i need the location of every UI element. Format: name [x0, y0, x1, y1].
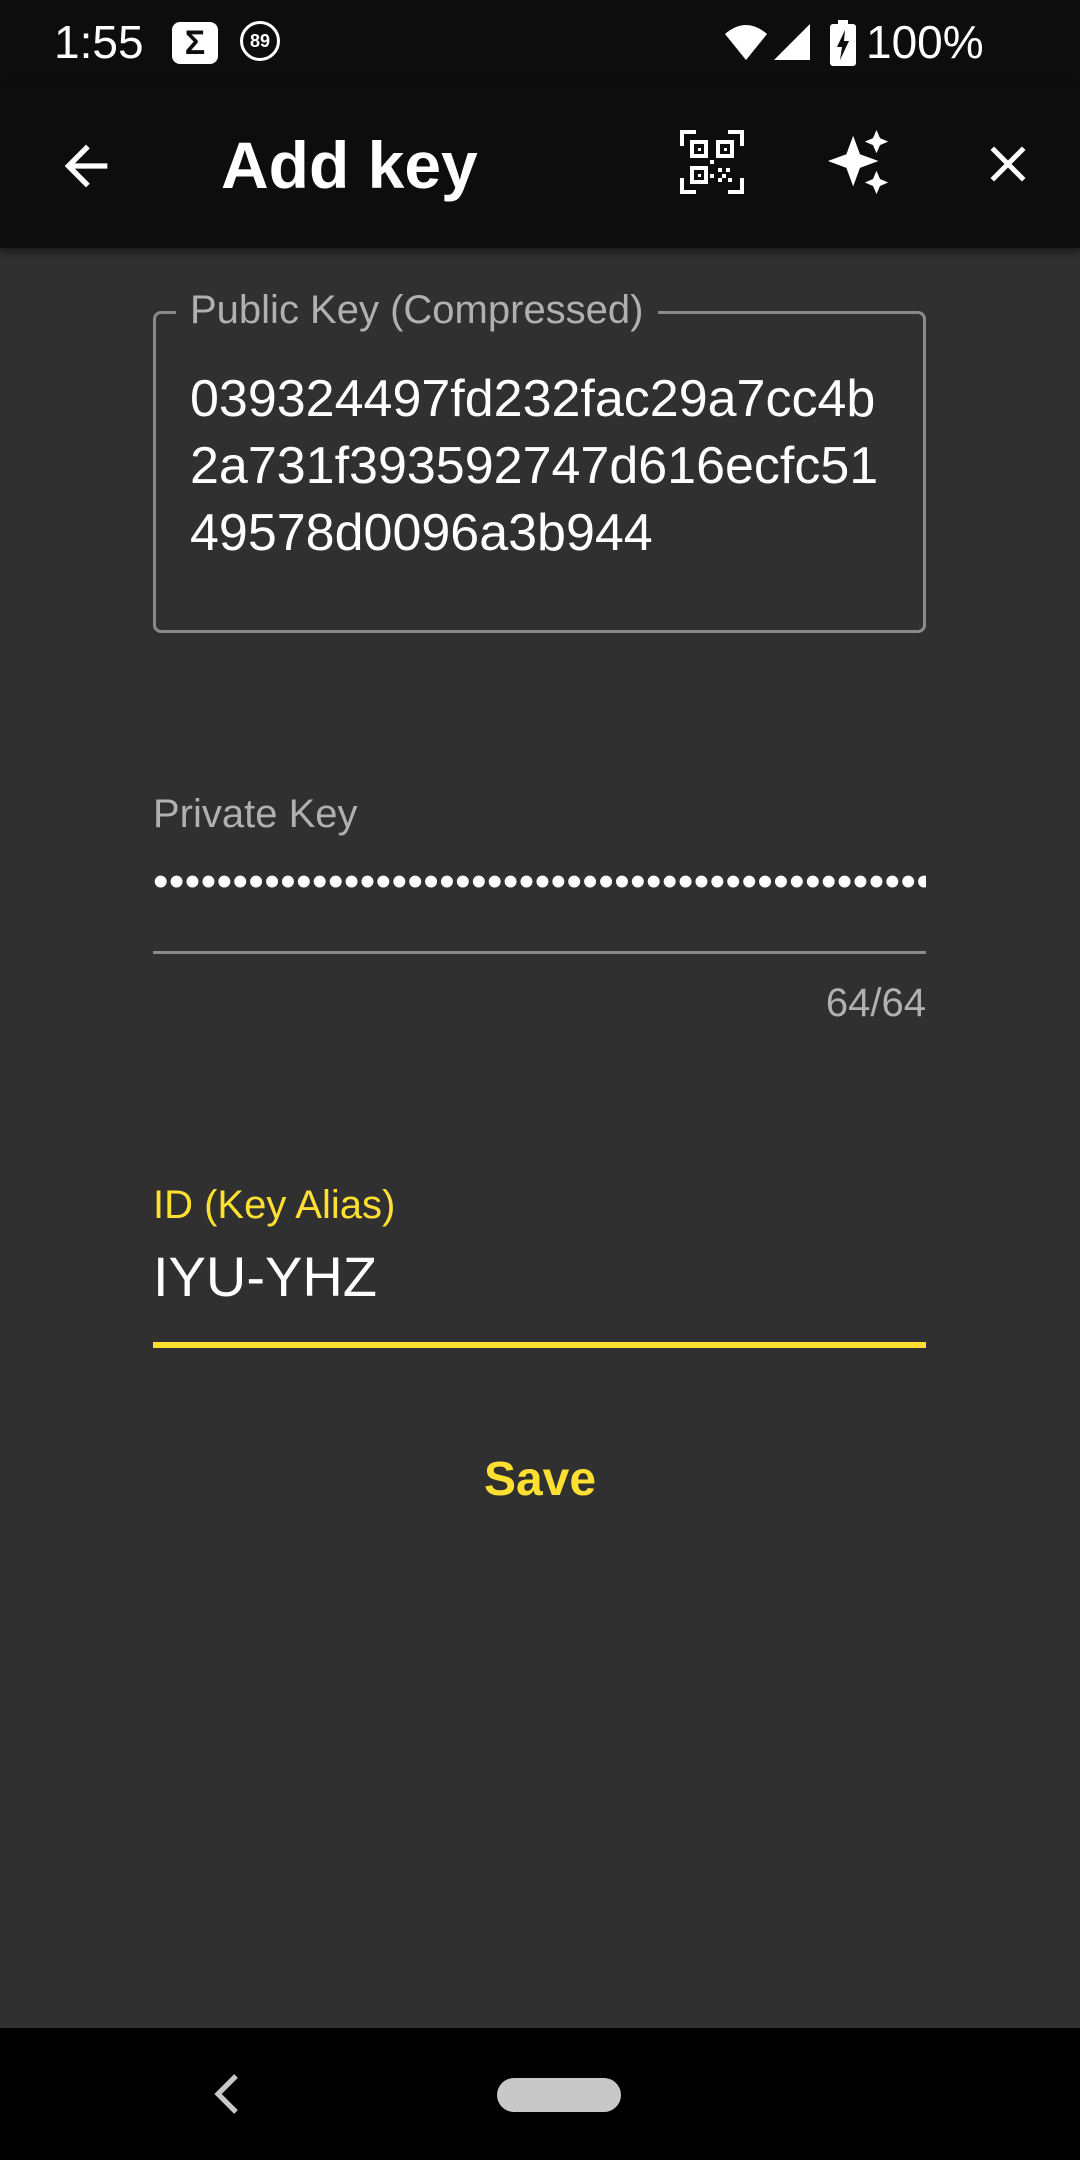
private-key-char-counter: 64/64: [825, 981, 926, 1025]
status-bar: 1:55 Σ 89 100%: [0, 0, 1080, 84]
system-navigation-bar: [0, 2028, 1080, 2160]
sigma-app-icon: Σ: [172, 22, 218, 64]
public-key-value: 039324497fd232fac29a7cc4b2a731f393592747…: [190, 370, 879, 562]
alias-input[interactable]: IYU-YHZ: [153, 1242, 377, 1312]
battery-charging-icon: [830, 20, 856, 66]
app-bar: Add key: [0, 84, 1080, 248]
private-key-label: Private Key: [153, 792, 358, 836]
wifi-icon: [725, 25, 767, 60]
close-icon[interactable]: [978, 134, 1038, 194]
arrow-back-icon[interactable]: [54, 134, 118, 198]
nav-back-icon[interactable]: [208, 2072, 248, 2116]
page-title: Add key: [221, 128, 478, 202]
save-button[interactable]: Save: [440, 1440, 640, 1520]
private-key-underline: [153, 951, 926, 954]
nav-home-pill[interactable]: [497, 2078, 621, 2112]
cell-signal-icon: [774, 24, 810, 60]
alias-underline-focused: [153, 1342, 926, 1348]
battery-percentage: 100%: [866, 16, 984, 68]
status-time: 1:55: [54, 16, 144, 68]
notification-count-badge: 89: [240, 21, 280, 61]
qr-code-icon[interactable]: [680, 130, 744, 194]
alias-label: ID (Key Alias): [153, 1183, 396, 1227]
private-key-input[interactable]: ••••••••••••••••••••••••••••••••••••••••…: [153, 854, 926, 910]
public-key-field[interactable]: Public Key (Compressed) 039324497fd232fa…: [153, 282, 926, 633]
auto-awesome-icon[interactable]: [824, 128, 894, 198]
public-key-label: Public Key (Compressed): [176, 282, 658, 338]
